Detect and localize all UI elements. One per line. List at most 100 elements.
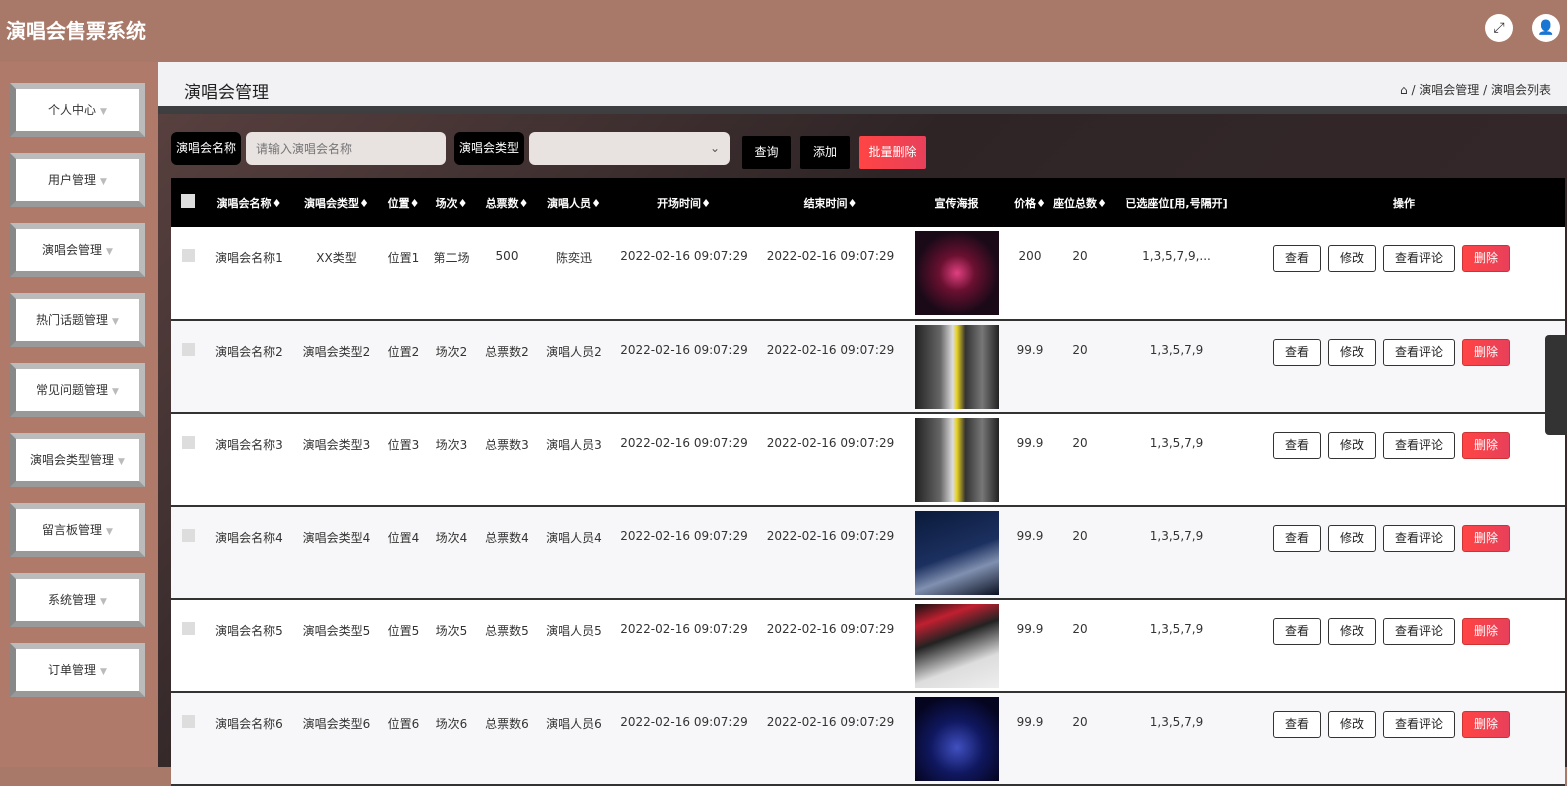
scrollbar[interactable] <box>1545 335 1567 435</box>
row-checkbox[interactable] <box>171 599 205 692</box>
view-comments-button[interactable]: 查看评论 <box>1383 339 1456 366</box>
delete-button[interactable]: 删除 <box>1462 525 1511 552</box>
breadcrumb: ⌂ / 演唱会管理 / 演唱会列表 <box>1400 83 1551 97</box>
select-all-checkbox[interactable] <box>171 178 205 227</box>
view-comments-button[interactable]: 查看评论 <box>1383 525 1456 552</box>
column-header: 已选座位[用,号隔开] <box>1125 196 1228 210</box>
cell-performer: 演唱人员6 <box>546 717 602 731</box>
view-comments-button[interactable]: 查看评论 <box>1383 245 1456 272</box>
column-header[interactable]: 总票数♦ <box>476 178 538 227</box>
sidebar-item[interactable]: 个人中心 ▼ <box>10 83 145 137</box>
poster-image[interactable] <box>914 325 999 409</box>
sort-icon[interactable]: ♦ <box>591 197 601 210</box>
query-button[interactable]: 查询 <box>742 136 791 169</box>
column-header[interactable]: 结束时间♦ <box>758 178 903 227</box>
sort-icon[interactable]: ♦ <box>359 197 369 210</box>
view-button[interactable]: 查看 <box>1273 339 1322 366</box>
app-title: 演唱会售票系统 <box>6 19 146 43</box>
edit-button[interactable]: 修改 <box>1328 711 1377 738</box>
type-select[interactable]: ⌄ <box>529 132 730 165</box>
cell-actions: 查看 修改 查看评论 删除 <box>1243 599 1565 692</box>
sidebar-item[interactable]: 系统管理 ▼ <box>10 573 145 627</box>
sort-icon[interactable]: ♦ <box>1097 197 1107 210</box>
sidebar-item-label: 系统管理 <box>48 593 97 607</box>
main-content: 演唱会管理 ⌂ / 演唱会管理 / 演唱会列表 演唱会名称 演唱会类型 ⌄ 查询… <box>158 62 1567 785</box>
add-button[interactable]: 添加 <box>800 136 850 169</box>
cell-performer: 演唱人员2 <box>546 345 602 359</box>
sidebar-item[interactable]: 热门话题管理 ▼ <box>10 293 145 347</box>
poster-image[interactable] <box>914 418 999 502</box>
column-header[interactable]: 开场时间♦ <box>610 178 758 227</box>
home-icon[interactable]: ⌂ <box>1400 83 1408 97</box>
sort-icon[interactable]: ♦ <box>519 197 529 210</box>
view-button[interactable]: 查看 <box>1273 525 1322 552</box>
cell-performer: 陈奕迅 <box>555 251 592 265</box>
row-checkbox[interactable] <box>171 692 205 785</box>
poster-image[interactable] <box>914 604 999 688</box>
fullscreen-icon[interactable]: ⤢ <box>1485 14 1513 42</box>
cell-poster <box>903 227 1010 320</box>
view-button[interactable]: 查看 <box>1273 618 1322 645</box>
delete-button[interactable]: 删除 <box>1462 245 1511 272</box>
poster-image[interactable] <box>914 511 999 595</box>
delete-button[interactable]: 删除 <box>1462 711 1511 738</box>
column-header[interactable]: 座位总数♦ <box>1050 178 1110 227</box>
view-comments-button[interactable]: 查看评论 <box>1383 711 1456 738</box>
edit-button[interactable]: 修改 <box>1328 245 1377 272</box>
cell-actions: 查看 修改 查看评论 删除 <box>1243 692 1565 785</box>
cell-name: 演唱会名称1 <box>215 251 283 265</box>
row-checkbox[interactable] <box>171 413 205 506</box>
delete-button[interactable]: 删除 <box>1462 339 1511 366</box>
sidebar-item[interactable]: 订单管理 ▼ <box>10 643 145 697</box>
cell-performer: 演唱人员3 <box>546 438 602 452</box>
poster-image[interactable] <box>914 697 999 781</box>
column-header[interactable]: 演唱会名称♦ <box>205 178 293 227</box>
user-icon[interactable]: 👤 <box>1532 14 1560 42</box>
sidebar-item[interactable]: 演唱会类型管理 ▼ <box>10 433 145 487</box>
sidebar-item-label: 留言板管理 <box>42 523 103 537</box>
row-checkbox[interactable] <box>171 320 205 413</box>
sort-icon[interactable]: ♦ <box>701 197 711 210</box>
edit-button[interactable]: 修改 <box>1328 339 1377 366</box>
caret-down-icon: ▼ <box>100 667 107 677</box>
delete-button[interactable]: 删除 <box>1462 618 1511 645</box>
view-comments-button[interactable]: 查看评论 <box>1383 618 1456 645</box>
batch-delete-button[interactable]: 批量删除 <box>859 136 926 169</box>
title-bar: 演唱会管理 ⌂ / 演唱会管理 / 演唱会列表 <box>158 62 1567 106</box>
sidebar-item[interactable]: 留言板管理 ▼ <box>10 503 145 557</box>
sidebar-item[interactable]: 常见问题管理 ▼ <box>10 363 145 417</box>
view-button[interactable]: 查看 <box>1273 711 1322 738</box>
edit-button[interactable]: 修改 <box>1328 525 1377 552</box>
column-header[interactable]: 价格♦ <box>1010 178 1050 227</box>
sort-icon[interactable]: ♦ <box>410 197 420 210</box>
cell-seats: 20 <box>1072 529 1088 543</box>
view-button[interactable]: 查看 <box>1273 245 1322 272</box>
sort-icon[interactable]: ♦ <box>458 197 468 210</box>
sort-icon[interactable]: ♦ <box>272 197 282 210</box>
name-search-input[interactable] <box>246 132 446 165</box>
view-comments-button[interactable]: 查看评论 <box>1383 432 1456 459</box>
row-checkbox[interactable] <box>171 227 205 320</box>
sidebar-item-label: 订单管理 <box>48 663 97 677</box>
edit-button[interactable]: 修改 <box>1328 432 1377 459</box>
row-checkbox[interactable] <box>171 506 205 599</box>
caret-down-icon: ▼ <box>100 597 107 607</box>
column-header[interactable]: 场次♦ <box>427 178 476 227</box>
breadcrumb-item[interactable]: 演唱会管理 <box>1419 83 1479 97</box>
column-header[interactable]: 演唱会类型♦ <box>293 178 380 227</box>
sidebar-item[interactable]: 用户管理 ▼ <box>10 153 145 207</box>
cell-start: 2022-02-16 09:07:29 <box>620 529 748 543</box>
sort-icon[interactable]: ♦ <box>848 197 858 210</box>
edit-button[interactable]: 修改 <box>1328 618 1377 645</box>
column-header[interactable]: 演唱人员♦ <box>538 178 610 227</box>
cell-start: 2022-02-16 09:07:29 <box>620 715 748 729</box>
chevron-down-icon: ⌄ <box>709 141 720 155</box>
cell-location: 位置1 <box>387 251 420 265</box>
sort-icon[interactable]: ♦ <box>1036 197 1046 210</box>
view-button[interactable]: 查看 <box>1273 432 1322 459</box>
poster-image[interactable] <box>914 231 999 315</box>
column-header[interactable]: 位置♦ <box>380 178 427 227</box>
delete-button[interactable]: 删除 <box>1462 432 1511 459</box>
cell-poster <box>903 320 1010 413</box>
sidebar-item[interactable]: 演唱会管理 ▼ <box>10 223 145 277</box>
